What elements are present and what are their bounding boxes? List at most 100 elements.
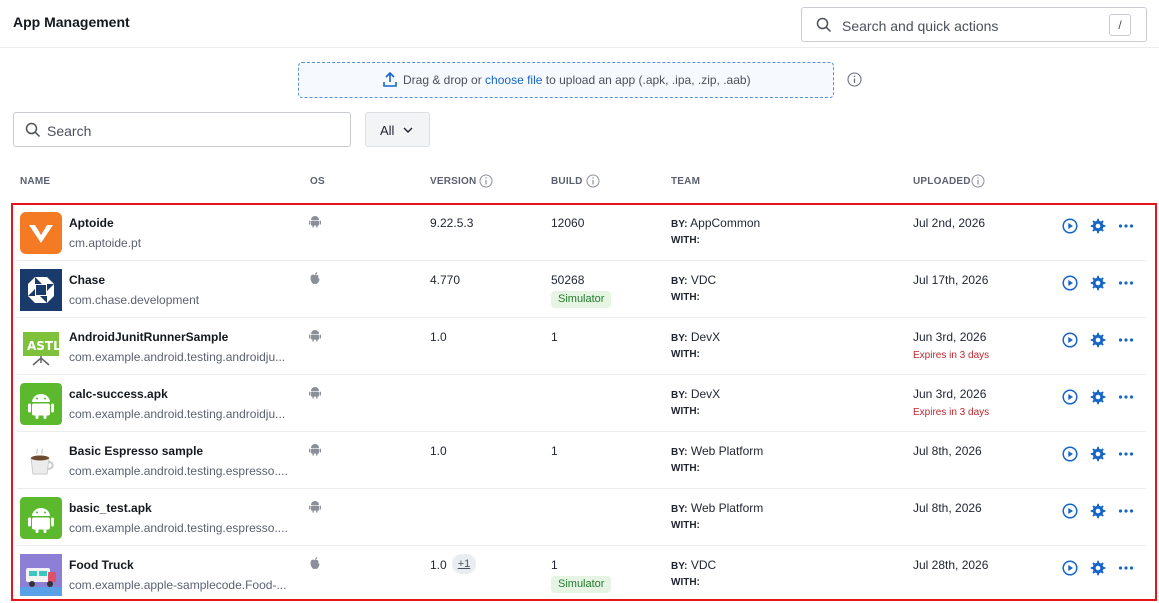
play-icon[interactable] — [1062, 560, 1078, 576]
upload-text: Drag & drop or choose file to upload an … — [403, 73, 751, 87]
app-name[interactable]: Basic Espresso sample — [69, 444, 203, 458]
chevron-down-icon — [403, 127, 413, 133]
android-icon — [309, 330, 321, 342]
app-name[interactable]: basic_test.apk — [69, 501, 152, 515]
play-icon[interactable] — [1062, 218, 1078, 234]
more-options-icon[interactable] — [1118, 275, 1134, 291]
app-version: 4.770 — [430, 273, 461, 287]
play-icon[interactable] — [1062, 503, 1078, 519]
column-header-uploaded[interactable]: UPLOADED — [913, 176, 971, 187]
more-versions-badge[interactable]: +1 — [452, 554, 476, 574]
version-info-icon[interactable] — [479, 174, 493, 188]
simulator-badge: Simulator — [551, 291, 612, 308]
uploaded-date: Jul 17th, 2026 — [913, 273, 989, 287]
team-with: WITH: — [671, 406, 700, 417]
more-options-icon[interactable] — [1118, 332, 1134, 348]
uploaded-date: Jul 2nd, 2026 — [913, 216, 986, 230]
search-placeholder: Search — [47, 123, 92, 139]
app-build: 1 — [551, 444, 558, 458]
uploaded-date: Jun 3rd, 2026 — [913, 387, 987, 401]
upload-dropzone[interactable]: Drag & drop or choose file to upload an … — [298, 62, 834, 98]
uploaded-date: Jul 8th, 2026 — [913, 501, 982, 515]
app-bundle-id: com.example.android.testing.androidju... — [69, 407, 286, 421]
play-icon[interactable] — [1062, 389, 1078, 405]
table-row[interactable]: calc-success.apk com.example.android.tes… — [17, 375, 1146, 432]
gear-icon[interactable] — [1090, 218, 1106, 234]
table-row[interactable]: basic_test.apk com.example.android.testi… — [17, 489, 1146, 546]
search-icon — [25, 122, 41, 138]
app-version: 1.0 — [430, 330, 447, 344]
keyboard-shortcut-hint: / — [1109, 14, 1131, 36]
android-icon — [309, 387, 321, 399]
gear-icon[interactable] — [1090, 389, 1106, 405]
app-name[interactable]: Aptoide — [69, 216, 114, 230]
upload-icon — [383, 72, 397, 87]
search-icon — [816, 17, 832, 33]
column-header-os[interactable]: OS — [310, 176, 325, 187]
android-icon — [309, 444, 321, 456]
column-header-name[interactable]: NAME — [20, 176, 50, 187]
play-icon[interactable] — [1062, 332, 1078, 348]
more-options-icon[interactable] — [1118, 218, 1134, 234]
app-name[interactable]: Chase — [69, 273, 105, 287]
team-by: BY: DevX — [671, 387, 721, 401]
os-filter-dropdown[interactable]: All — [365, 112, 430, 147]
uploaded-date: Jun 3rd, 2026 — [913, 330, 987, 344]
team-with: WITH: — [671, 235, 700, 246]
app-name[interactable]: calc-success.apk — [69, 387, 168, 401]
more-options-icon[interactable] — [1118, 560, 1134, 576]
build-info-icon[interactable] — [586, 174, 600, 188]
column-header-team[interactable]: TEAM — [671, 176, 700, 187]
gear-icon[interactable] — [1090, 560, 1106, 576]
android-logo-icon — [20, 383, 62, 425]
expiry-warning: Expires in 3 days — [913, 350, 990, 361]
team-with: WITH: — [671, 577, 700, 588]
app-search-input[interactable]: Search — [13, 112, 351, 147]
app-bundle-id: com.chase.development — [69, 293, 200, 307]
quick-search-input[interactable]: Search and quick actions / — [801, 7, 1147, 42]
app-version: 9.22.5.3 — [430, 216, 474, 230]
astl-logo-icon: ASTL — [20, 326, 62, 368]
app-name[interactable]: Food Truck — [69, 558, 134, 572]
more-options-icon[interactable] — [1118, 446, 1134, 462]
gear-icon[interactable] — [1090, 503, 1106, 519]
play-icon[interactable] — [1062, 446, 1078, 462]
choose-file-link[interactable]: choose file — [485, 73, 542, 87]
team-by: BY: DevX — [671, 330, 721, 344]
app-bundle-id: com.example.android.testing.androidju... — [69, 350, 286, 364]
app-build: 1 — [551, 330, 558, 344]
column-header-build[interactable]: BUILD — [551, 176, 583, 187]
app-build: 50268 — [551, 273, 585, 287]
play-icon[interactable] — [1062, 275, 1078, 291]
team-by: BY: Web Platform — [671, 444, 764, 458]
info-icon[interactable] — [847, 72, 862, 87]
uploaded-date: Jul 28th, 2026 — [913, 558, 989, 572]
table-row[interactable]: Basic Espresso sample com.example.androi… — [17, 432, 1146, 489]
team-with: WITH: — [671, 349, 700, 360]
gear-icon[interactable] — [1090, 446, 1106, 462]
app-version: 1.0 — [430, 444, 447, 458]
top-bar: App Management Search and quick actions … — [0, 0, 1159, 48]
more-options-icon[interactable] — [1118, 503, 1134, 519]
team-with: WITH: — [671, 463, 700, 474]
aptoide-logo-icon — [20, 212, 62, 254]
table-row[interactable]: Food Truck com.example.apple-samplecode.… — [17, 546, 1146, 603]
gear-icon[interactable] — [1090, 275, 1106, 291]
app-name[interactable]: AndroidJunitRunnerSample — [69, 330, 228, 344]
app-bundle-id: com.example.android.testing.espresso.... — [69, 521, 288, 535]
table-row[interactable]: ASTL AndroidJunitRunnerSample com.exampl… — [17, 318, 1146, 375]
coffee-cup-logo-icon — [20, 440, 62, 482]
gear-icon[interactable] — [1090, 332, 1106, 348]
app-bundle-id: com.example.apple-samplecode.Food-... — [69, 578, 287, 592]
more-options-icon[interactable] — [1118, 389, 1134, 405]
column-header-version[interactable]: VERSION — [430, 176, 476, 187]
simulator-badge: Simulator — [551, 576, 612, 593]
table-row[interactable]: Chase com.chase.development 4.770 50268 … — [17, 261, 1146, 318]
android-icon — [309, 501, 321, 513]
uploaded-info-icon[interactable] — [971, 174, 985, 188]
team-by: BY: Web Platform — [671, 501, 764, 515]
android-logo-icon — [20, 497, 62, 539]
app-bundle-id: cm.aptoide.pt — [69, 236, 142, 250]
apple-icon — [310, 557, 320, 569]
table-row[interactable]: Aptoide cm.aptoide.pt 9.22.5.3 12060 BY:… — [17, 204, 1146, 261]
